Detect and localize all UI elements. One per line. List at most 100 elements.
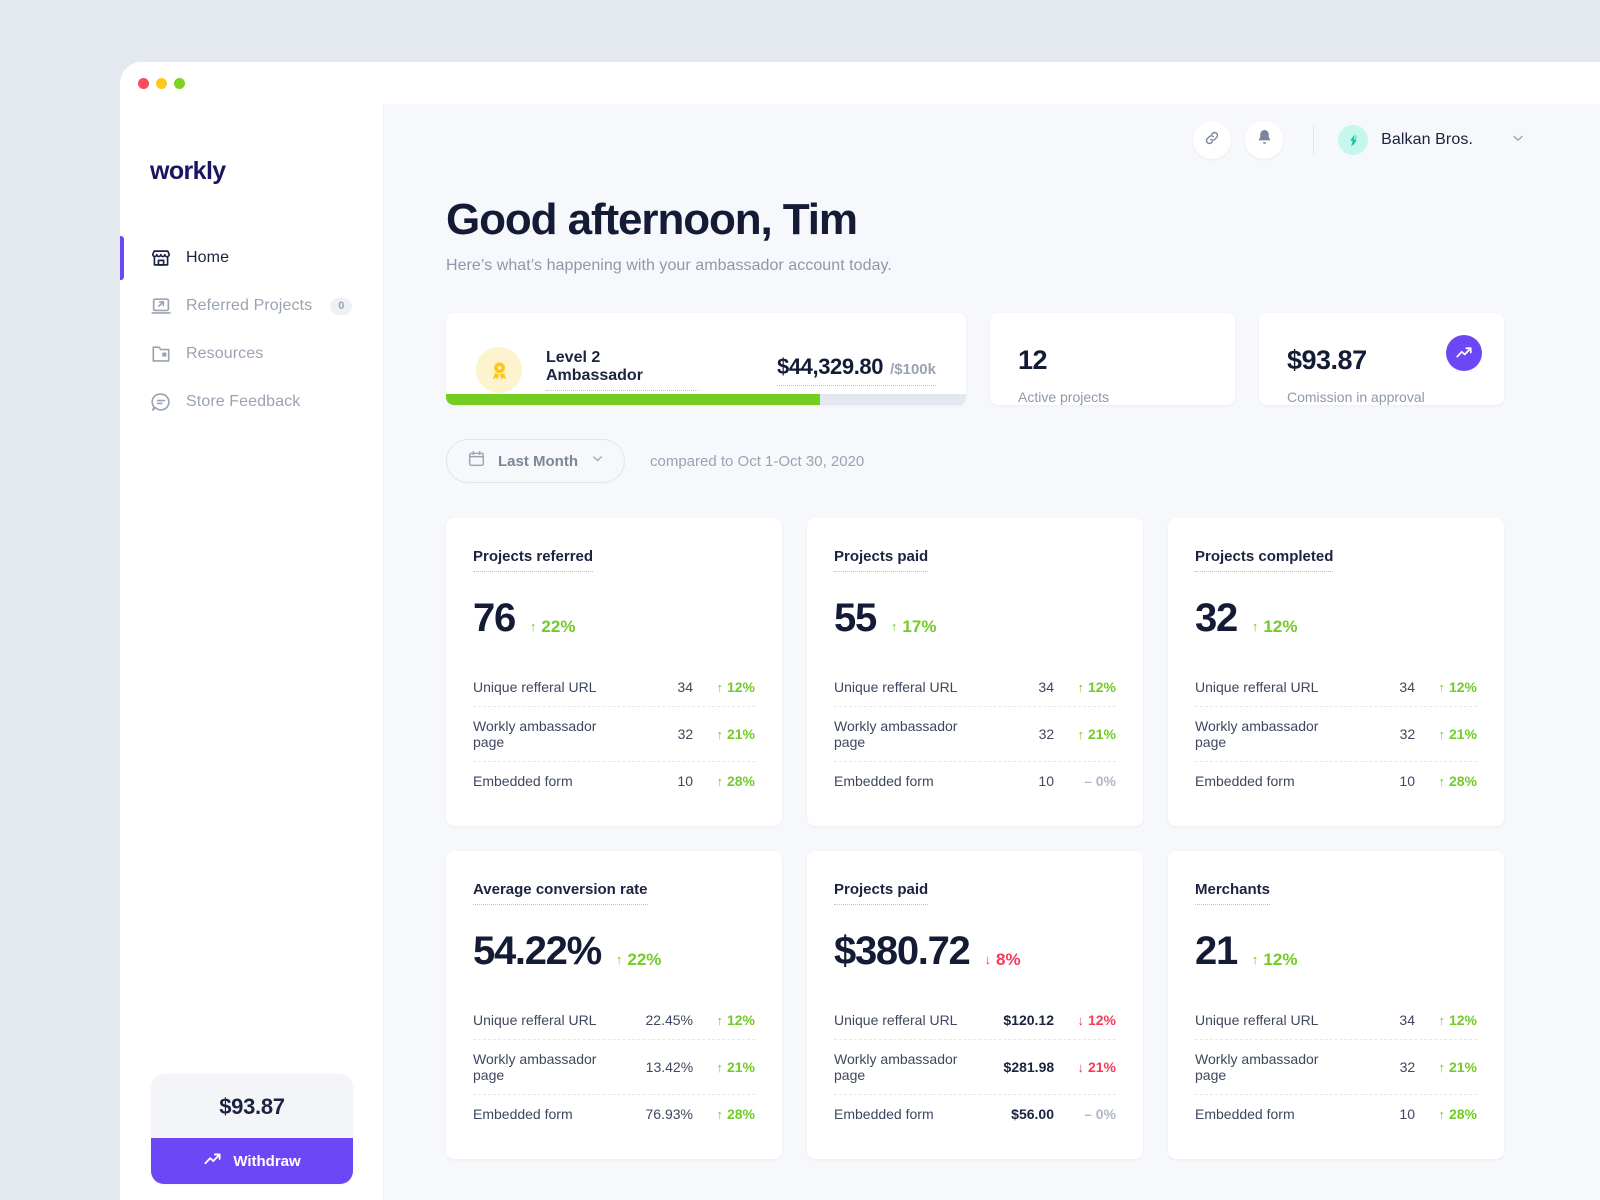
metric-row: Workly ambassador page $281.98 ↓ 21% bbox=[834, 1039, 1116, 1094]
metric-row-name: Embedded form bbox=[1195, 773, 1295, 790]
metric-card: Merchants 21 ↑ 12% Unique refferal URL 34 ↑ 12%… bbox=[1168, 851, 1504, 1160]
metric-row-name: Embedded form bbox=[473, 773, 573, 790]
metric-row-change-value: 0% bbox=[1095, 1106, 1116, 1123]
metric-row: Embedded form 10 ↑ 28% bbox=[1195, 1094, 1477, 1133]
app-logo: workly bbox=[150, 157, 226, 185]
trend-up-icon: ↑ bbox=[615, 952, 623, 968]
topbar-divider bbox=[1313, 125, 1315, 155]
metric-row-value: 76.93% bbox=[645, 1106, 693, 1123]
metric-row-value: 32 bbox=[1399, 726, 1416, 743]
metric-title: Projects referred bbox=[473, 548, 594, 573]
metric-delta: ↑ 17% bbox=[891, 617, 937, 637]
metric-value: $380.72 bbox=[834, 929, 971, 974]
level-row: Level 2 Ambassador $44,329.80 /$100k bbox=[476, 347, 936, 394]
metric-delta-value: 12% bbox=[1263, 949, 1298, 969]
metric-row-change: ↑ 12% bbox=[1415, 1012, 1477, 1028]
metric-row-value: 34 bbox=[1399, 679, 1415, 696]
trend-up-icon: ↑ bbox=[1438, 1106, 1445, 1122]
metric-row-value: 10 bbox=[1038, 773, 1054, 790]
window-titlebar bbox=[120, 62, 1600, 104]
active-projects-value: 12 bbox=[1018, 345, 1048, 376]
metric-row-name: Workly ambassador page bbox=[1195, 1051, 1319, 1084]
metric-delta: ↑ 22% bbox=[616, 950, 662, 970]
metric-row: Unique refferal URL 34 ↑ 12% bbox=[1195, 668, 1477, 706]
metric-card: Projects referred 76 ↑ 22% Unique refferal U… bbox=[446, 518, 782, 827]
page-title: Good afternoon, Tim bbox=[446, 195, 858, 244]
trend-up-icon: ↑ bbox=[1438, 1012, 1445, 1028]
metric-row-change-value: 21% bbox=[726, 1059, 755, 1076]
metric-row-name: Workly ambassador page bbox=[473, 718, 597, 751]
balance-amount: $93.87 bbox=[151, 1074, 353, 1138]
metric-rows: Unique refferal URL 22.45% ↑ 12% Workly amba… bbox=[473, 1001, 755, 1133]
metric-row: Embedded form 10–0% bbox=[834, 761, 1116, 800]
metric-row: Embedded form 10 ↑ 28% bbox=[1195, 761, 1477, 800]
metric-delta: ↓ 8% bbox=[985, 950, 1021, 970]
metric-row: Embedded form 76.93% ↑ 28% bbox=[473, 1094, 755, 1133]
metric-row-change-value: 21% bbox=[1448, 726, 1477, 743]
metric-title: Merchants bbox=[1195, 881, 1271, 906]
metric-row-change-value: 28% bbox=[1448, 773, 1477, 790]
chevron-down-icon[interactable] bbox=[590, 451, 605, 471]
trend-up-icon bbox=[203, 1150, 222, 1173]
referred-projects-icon bbox=[150, 295, 172, 317]
metric-row-change: ↑ 21% bbox=[693, 726, 755, 742]
active-projects-label: Active projects bbox=[1018, 389, 1110, 406]
trend-up-icon: ↑ bbox=[1438, 1059, 1445, 1075]
metric-row: Embedded form 10 ↑ 28% bbox=[473, 761, 755, 800]
metric-row-change-value: 12% bbox=[726, 679, 755, 696]
metric-row-value: $120.12 bbox=[1003, 1012, 1054, 1029]
metric-delta-value: 12% bbox=[1263, 616, 1298, 636]
metric-card: Projects paid 55 ↑ 17% Unique refferal URL 34… bbox=[807, 518, 1143, 827]
metric-row-change: ↑ 28% bbox=[1415, 773, 1477, 789]
sidebar-item-resources[interactable]: Resources bbox=[120, 330, 383, 378]
metric-row: Unique refferal URL 22.45% ↑ 12% bbox=[473, 1001, 755, 1039]
metric-row-change: ↑ 12% bbox=[693, 1012, 755, 1028]
period-select[interactable]: Last Month bbox=[446, 439, 625, 484]
metric-row-change: ↑ 28% bbox=[693, 773, 755, 789]
metric-row-value: 22.45% bbox=[645, 1012, 693, 1029]
trend-down-icon: ↓ bbox=[1077, 1012, 1084, 1028]
sidebar-item-home[interactable]: Home bbox=[120, 234, 383, 282]
metric-row-name: Embedded form bbox=[1195, 1106, 1295, 1123]
trend-up-icon: ↑ bbox=[1438, 773, 1445, 789]
close-window-button[interactable] bbox=[138, 77, 149, 89]
metric-card: Projects completed 32 ↑ 12% Unique refferal … bbox=[1168, 518, 1504, 827]
metric-value: 54.22% bbox=[473, 929, 602, 974]
metric-row-name: Workly ambassador page bbox=[473, 1051, 597, 1084]
comission-in-approval-card: $93.87 Comission in approval bbox=[1259, 313, 1504, 406]
metric-row-value: 32 bbox=[1399, 1059, 1416, 1076]
metric-row-value: 10 bbox=[1399, 1106, 1415, 1123]
metric-row-change: ↑ 21% bbox=[1415, 726, 1477, 742]
account-switcher[interactable]: Balkan Bros. bbox=[1338, 125, 1526, 155]
metric-card: Average conversion rate 54.22% ↑ 22% Unique … bbox=[446, 851, 782, 1160]
metric-card: Projects paid $380.72 ↓ 8% Unique refferal U… bbox=[807, 851, 1143, 1160]
metric-row-name: Unique refferal URL bbox=[1195, 1012, 1319, 1029]
metric-row: Workly ambassador page 32 ↑ 21% bbox=[1195, 706, 1477, 761]
sidebar-item-referred-projects[interactable]: Referred Projects 0 bbox=[120, 282, 383, 330]
metric-grid: Projects referred 76 ↑ 22% Unique refferal U… bbox=[446, 518, 1504, 1160]
metric-row-name: Workly ambassador page bbox=[834, 1051, 958, 1084]
metric-main: $380.72 ↓ 8% bbox=[834, 929, 1116, 974]
bell-icon bbox=[1255, 128, 1274, 152]
folder-icon bbox=[150, 343, 172, 365]
metric-delta-value: 22% bbox=[541, 616, 576, 636]
metric-row-value: 32 bbox=[1038, 726, 1055, 743]
minimize-window-button[interactable] bbox=[156, 77, 167, 89]
sidebar-item-store-feedback[interactable]: Store Feedback bbox=[120, 378, 383, 426]
metric-row-name: Unique refferal URL bbox=[834, 679, 958, 696]
trend-up-icon: ↑ bbox=[716, 726, 723, 742]
copy-link-button[interactable] bbox=[1193, 121, 1232, 159]
chevron-down-icon[interactable] bbox=[1510, 130, 1526, 151]
metric-title: Projects paid bbox=[834, 881, 929, 906]
level-progress-fill bbox=[446, 394, 821, 406]
trend-up-icon: ↑ bbox=[1251, 952, 1259, 968]
sidebar-item-label: Resources bbox=[186, 345, 264, 362]
metric-row: Embedded form $56.00–0% bbox=[834, 1094, 1116, 1133]
metric-rows: Unique refferal URL 34 ↑ 12% Workly ambassad… bbox=[1195, 1001, 1477, 1133]
metric-delta: ↑ 22% bbox=[530, 617, 576, 637]
withdraw-button[interactable]: Withdraw bbox=[151, 1138, 353, 1184]
notifications-button[interactable] bbox=[1245, 121, 1284, 159]
maximize-window-button[interactable] bbox=[174, 77, 185, 89]
metric-row-change-value: 12% bbox=[1448, 1012, 1477, 1029]
metric-row-change-value: 21% bbox=[1448, 1059, 1477, 1076]
